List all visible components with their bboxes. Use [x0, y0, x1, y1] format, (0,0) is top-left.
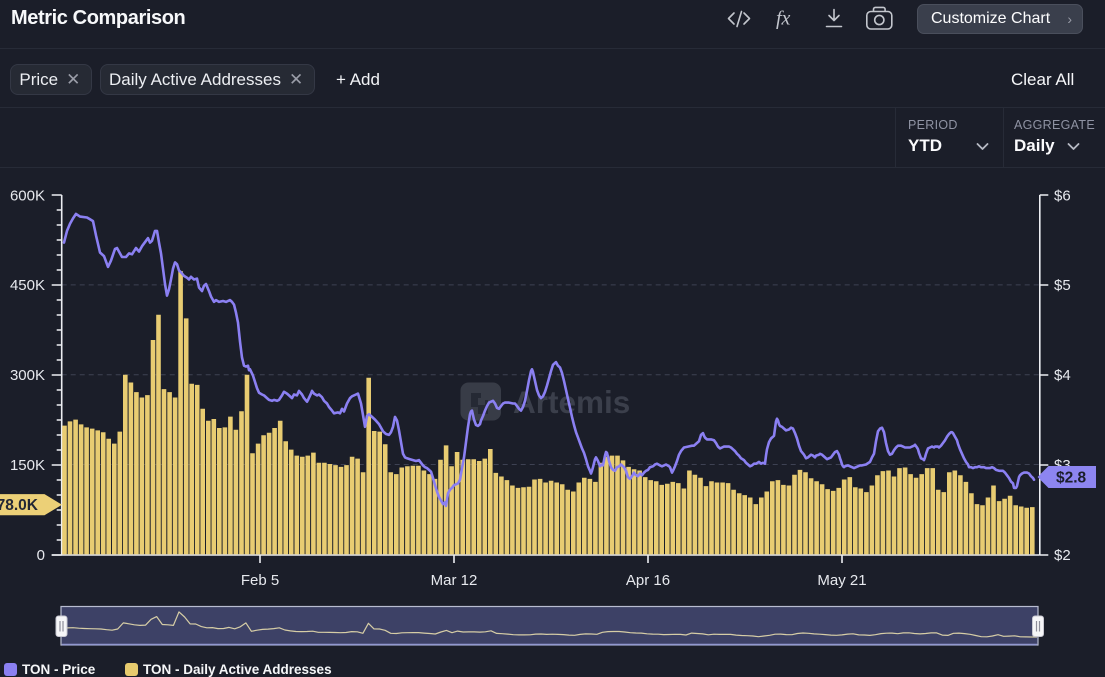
svg-text:Feb 5: Feb 5 — [241, 572, 279, 589]
svg-text:$2: $2 — [1054, 547, 1071, 564]
svg-text:150K: 150K — [10, 457, 45, 474]
svg-text:0: 0 — [37, 547, 45, 564]
svg-text:78.0K: 78.0K — [0, 497, 39, 514]
svg-text:600K: 600K — [10, 187, 45, 204]
svg-text:Apr 16: Apr 16 — [626, 572, 670, 589]
svg-text:$4: $4 — [1054, 367, 1071, 384]
svg-text:May 21: May 21 — [817, 572, 866, 589]
svg-text:450K: 450K — [10, 277, 45, 294]
svg-text:$2.8: $2.8 — [1056, 470, 1087, 487]
svg-text:300K: 300K — [10, 367, 45, 384]
svg-text:fx: fx — [776, 8, 791, 30]
svg-text:$6: $6 — [1054, 187, 1071, 204]
svg-text:Mar 12: Mar 12 — [431, 572, 478, 589]
svg-text:$5: $5 — [1054, 277, 1071, 294]
